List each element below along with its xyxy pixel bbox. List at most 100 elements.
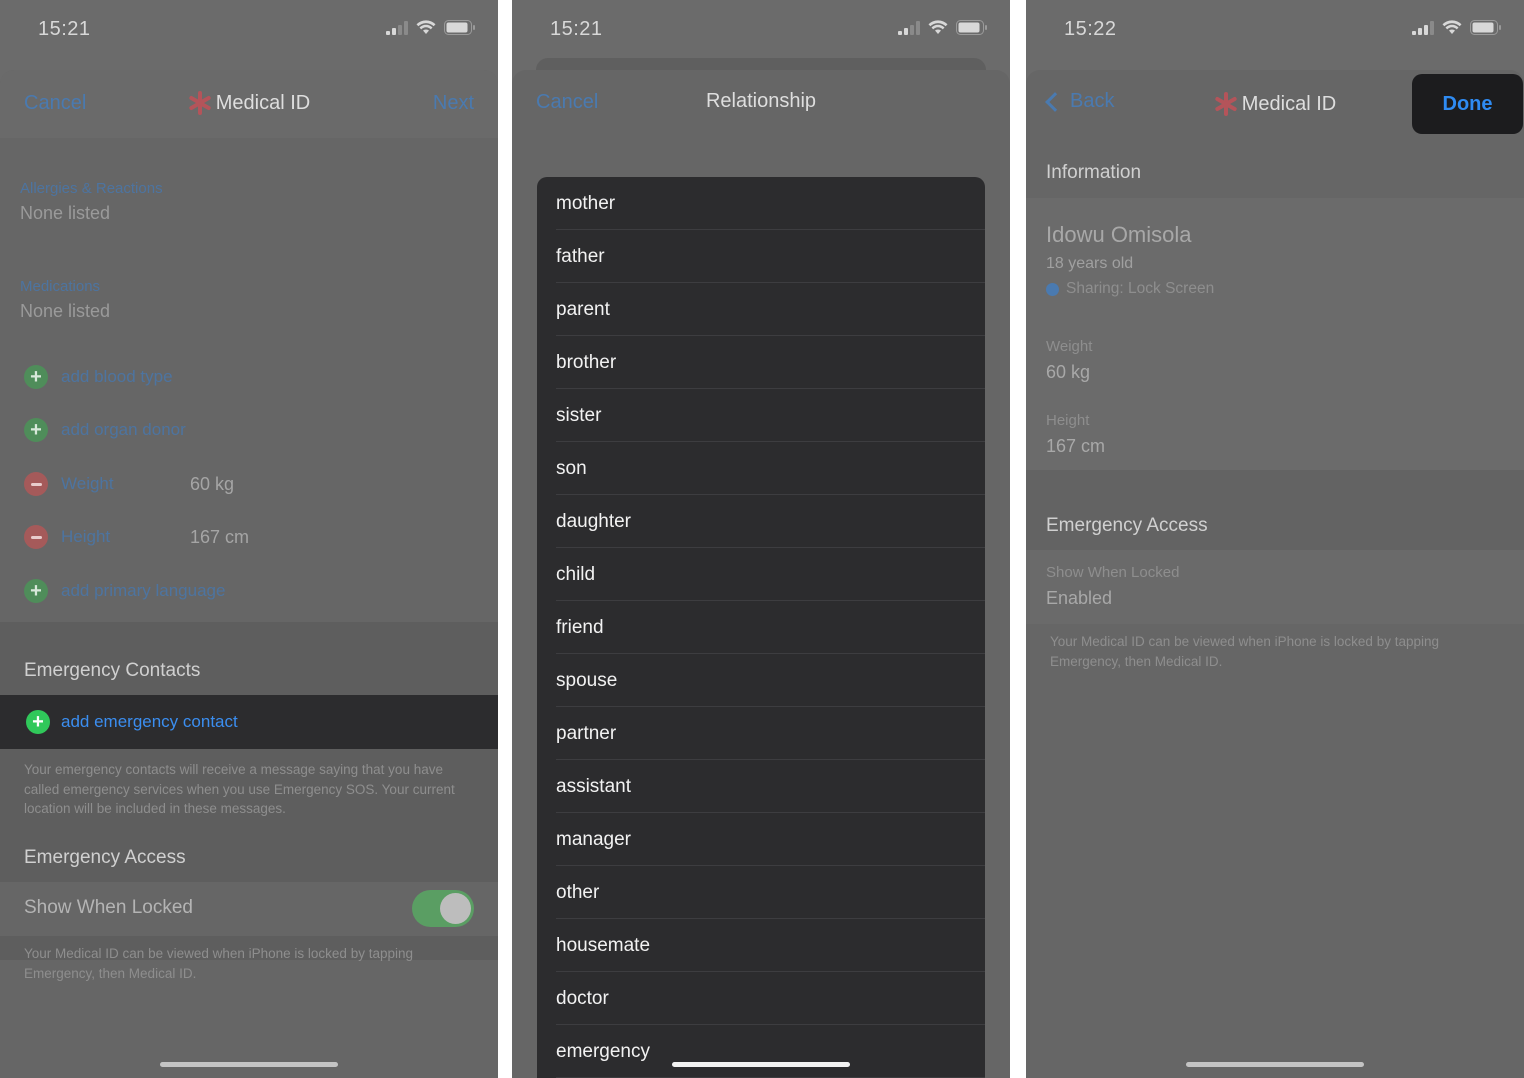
medical-star-icon xyxy=(188,91,212,115)
add-organ-donor-label: add organ donor xyxy=(61,420,186,439)
page-title: Medical ID xyxy=(0,91,498,115)
list-item[interactable]: brother xyxy=(537,336,985,389)
emergency-access-header: Emergency Access xyxy=(1046,515,1208,536)
sharing-dot-icon xyxy=(1046,282,1059,296)
wifi-icon xyxy=(1442,20,1462,34)
remove-icon[interactable] xyxy=(24,525,48,549)
show-when-locked-toggle[interactable] xyxy=(412,890,474,927)
weight-row[interactable]: Weight 60 kg xyxy=(24,472,478,496)
remove-icon[interactable] xyxy=(24,472,48,496)
list-item[interactable]: parent xyxy=(537,283,985,336)
emergency-access-footnote: Your Medical ID can be viewed when iPhon… xyxy=(1050,634,1439,669)
list-item[interactable]: spouse xyxy=(537,654,985,707)
home-indicator[interactable] xyxy=(1186,1062,1364,1067)
emergency-access-footnote: Your Medical ID can be viewed when iPhon… xyxy=(24,946,413,981)
weight-label: Weight xyxy=(1046,338,1093,355)
show-when-locked-label: Show When Locked xyxy=(1046,564,1180,581)
wifi-icon xyxy=(928,20,948,34)
list-item[interactable]: sister xyxy=(537,389,985,442)
sharing-text: Sharing: Lock Screen xyxy=(1066,280,1215,297)
show-when-locked-label: Show When Locked xyxy=(24,897,193,918)
list-item[interactable]: doctor xyxy=(537,972,985,1025)
medical-id-view-screen: 15:22 Back Medical ID Done Information I… xyxy=(1026,0,1524,1078)
status-time: 15:21 xyxy=(550,18,603,40)
signal-icon xyxy=(898,20,920,35)
battery-icon xyxy=(444,20,475,35)
home-indicator[interactable] xyxy=(160,1062,338,1067)
page-title-text: Medical ID xyxy=(1241,92,1337,115)
emergency-contacts-header: Emergency Contacts xyxy=(24,660,201,681)
status-icons xyxy=(1412,20,1502,35)
add-emergency-contact-label: add emergency contact xyxy=(61,712,238,731)
page-title-text: Medical ID xyxy=(215,91,311,114)
medications-label: Medications xyxy=(20,278,101,295)
add-primary-language-row[interactable]: + add primary language xyxy=(24,579,478,603)
add-contact-icon: + xyxy=(26,710,50,734)
list-item[interactable]: manager xyxy=(537,813,985,866)
show-when-locked-card: Show When Locked Enabled xyxy=(1026,550,1524,624)
done-button[interactable]: Done xyxy=(1412,74,1523,134)
status-time: 15:21 xyxy=(38,18,91,40)
status-icons xyxy=(898,20,988,35)
list-item[interactable]: daughter xyxy=(537,495,985,548)
nav-bar: Cancel Relationship xyxy=(512,70,1010,138)
relationship-sheet: Cancel Relationship mother father parent… xyxy=(512,70,1010,1078)
add-icon: + xyxy=(24,418,48,442)
medical-id-sheet: Back Medical ID Done Information Idowu O… xyxy=(1026,70,1524,1078)
list-item[interactable]: father xyxy=(537,230,985,283)
add-organ-donor-row[interactable]: + add organ donor xyxy=(24,418,478,442)
status-icons xyxy=(386,20,476,35)
height-row[interactable]: Height 167 cm xyxy=(24,525,478,549)
signal-icon xyxy=(386,20,408,35)
height-value: 167 cm xyxy=(190,526,250,547)
list-item[interactable]: son xyxy=(537,442,985,495)
medications-value: None listed xyxy=(20,301,111,321)
status-bar: 15:22 xyxy=(1026,0,1524,60)
toggle-knob xyxy=(440,893,471,924)
status-bar: 15:21 xyxy=(0,0,498,60)
sharing-status: Sharing: Lock Screen xyxy=(1046,280,1214,298)
list-item[interactable]: other xyxy=(537,866,985,919)
show-when-locked-row: Show When Locked xyxy=(0,882,498,936)
add-emergency-contact-row[interactable]: + add emergency contact xyxy=(0,695,498,749)
person-age: 18 years old xyxy=(1046,255,1134,272)
wifi-icon xyxy=(416,20,436,34)
battery-icon xyxy=(956,20,987,35)
weight-value: 60 kg xyxy=(190,473,235,494)
nav-bar: Back Medical ID Done xyxy=(1026,70,1524,138)
show-when-locked-value: Enabled xyxy=(1046,588,1113,608)
weight-value: 60 kg xyxy=(1046,362,1091,382)
list-item[interactable]: mother xyxy=(537,177,985,230)
list-item[interactable]: housemate xyxy=(537,919,985,972)
page-title: Relationship xyxy=(705,90,817,112)
emergency-contacts-footnote: Your emergency contacts will receive a m… xyxy=(24,762,455,816)
add-blood-type-row[interactable]: + add blood type xyxy=(24,365,478,389)
weight-label: Weight xyxy=(61,474,114,493)
allergies-field[interactable]: Allergies & Reactions None listed xyxy=(20,180,163,224)
list-item[interactable]: assistant xyxy=(537,760,985,813)
home-indicator[interactable] xyxy=(672,1062,850,1067)
list-item[interactable]: child xyxy=(537,548,985,601)
information-header: Information xyxy=(1046,162,1142,183)
add-blood-type-label: add blood type xyxy=(61,367,173,386)
medical-star-icon xyxy=(1214,92,1238,116)
status-bar: 15:21 xyxy=(512,0,1010,60)
nav-bar: Cancel Medical ID Next xyxy=(0,70,498,138)
add-icon: + xyxy=(24,365,48,389)
list-item[interactable]: emergency xyxy=(537,1025,985,1078)
add-primary-language-label: add primary language xyxy=(61,581,226,600)
list-item[interactable]: friend xyxy=(537,601,985,654)
next-button[interactable]: Next xyxy=(433,92,474,115)
signal-icon xyxy=(1412,20,1434,35)
relationship-list[interactable]: mother father parent brother sister son … xyxy=(537,177,985,1078)
battery-icon xyxy=(1470,20,1501,35)
allergies-value: None listed xyxy=(20,203,111,223)
height-label: Height xyxy=(61,527,111,546)
list-item[interactable]: partner xyxy=(537,707,985,760)
medications-field[interactable]: Medications None listed xyxy=(20,278,110,322)
medical-id-edit-screen: 15:21 Cancel Medical ID Next Allergies &… xyxy=(0,0,498,1078)
height-value: 167 cm xyxy=(1046,436,1106,456)
person-name: Idowu Omisola xyxy=(1046,222,1192,247)
edit-sheet: Cancel Medical ID Next Allergies & React… xyxy=(0,70,498,1078)
relationship-picker-screen: 15:21 Cancel Relationship mother father … xyxy=(512,0,1010,1078)
